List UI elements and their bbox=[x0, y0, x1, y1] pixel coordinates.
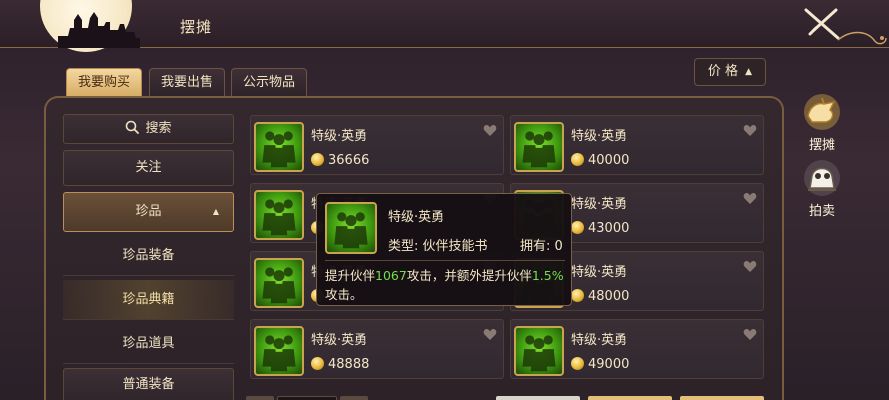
favorite-heart-icon[interactable] bbox=[743, 260, 757, 273]
favorite-heart-icon[interactable] bbox=[483, 124, 497, 137]
item-name: 特级·英勇 bbox=[571, 197, 628, 212]
tab-buy[interactable]: 我要购买 bbox=[66, 68, 143, 96]
sidebar-item-treasure-equipment[interactable]: 珍品装备 bbox=[63, 236, 234, 276]
sort-price-label: 价 格 bbox=[707, 64, 739, 79]
item-icon bbox=[254, 326, 304, 376]
search-icon bbox=[126, 120, 140, 134]
search-label: 搜索 bbox=[145, 121, 172, 136]
item-price-value: 43000 bbox=[588, 221, 630, 236]
gold-coin-icon bbox=[311, 153, 324, 166]
tab-sell[interactable]: 我要出售 bbox=[149, 68, 226, 96]
item-card[interactable]: 特级·英勇 40000 bbox=[510, 115, 764, 175]
favorite-heart-icon[interactable] bbox=[743, 328, 757, 341]
tooltip-owned-count: 拥有: 0 bbox=[520, 239, 563, 254]
sidebar-item-general-equipment[interactable]: 普通装备 bbox=[63, 368, 234, 400]
tooltip-description: 提升伙伴1067攻击，并额外提升伙伴1.5% 攻击。 bbox=[325, 266, 569, 304]
item-price: 40000 bbox=[571, 153, 629, 168]
favorite-heart-icon[interactable] bbox=[743, 124, 757, 137]
item-price: 43000 bbox=[571, 221, 629, 236]
category-treasure-button[interactable]: 珍品 ▲ bbox=[63, 192, 234, 232]
caret-up-icon: ▲ bbox=[745, 67, 753, 77]
item-price-value: 48000 bbox=[588, 289, 630, 304]
desc-text: 攻击，并额外提升伙伴 bbox=[406, 268, 532, 283]
favorite-heart-icon[interactable] bbox=[483, 328, 497, 341]
party-figures-icon bbox=[522, 335, 556, 372]
party-figures-icon bbox=[262, 335, 296, 372]
nav-auction[interactable]: 拍卖 bbox=[800, 158, 844, 219]
item-card[interactable]: 特级·英勇 36666 bbox=[250, 115, 504, 175]
ornament-swirl-icon bbox=[837, 31, 887, 45]
category-treasure-label: 珍品 bbox=[135, 204, 162, 219]
buy-button[interactable] bbox=[588, 396, 672, 400]
item-price-value: 48888 bbox=[328, 357, 370, 372]
item-icon bbox=[514, 326, 564, 376]
pager-next-button[interactable] bbox=[340, 396, 368, 400]
refresh-button[interactable] bbox=[496, 396, 580, 400]
item-icon bbox=[254, 258, 304, 308]
party-figures-icon bbox=[334, 212, 368, 249]
item-name: 特级·英勇 bbox=[571, 265, 628, 280]
desc-value-percent: 1.5% bbox=[531, 268, 564, 283]
sidebar-item-treasure-books[interactable]: 珍品典籍 bbox=[63, 280, 234, 320]
item-price-value: 36666 bbox=[328, 153, 370, 168]
desc-value-attack: 1067 bbox=[375, 268, 407, 283]
item-price-value: 40000 bbox=[588, 153, 630, 168]
sidebar-item-treasure-props[interactable]: 珍品道具 bbox=[63, 324, 234, 364]
nav-stall[interactable]: 摆摊 bbox=[800, 92, 844, 153]
sort-price-button[interactable]: 价 格 ▲ bbox=[694, 58, 766, 86]
desc-text: 攻击。 bbox=[325, 287, 363, 302]
party-figures-icon bbox=[522, 131, 556, 168]
item-price: 36666 bbox=[311, 153, 369, 168]
gold-coin-icon bbox=[571, 153, 584, 166]
gold-coin-icon bbox=[311, 357, 324, 370]
item-name: 特级·英勇 bbox=[571, 129, 628, 144]
item-price-value: 49000 bbox=[588, 357, 630, 372]
tooltip-item-icon bbox=[325, 202, 377, 254]
caret-up-icon: ▲ bbox=[212, 207, 219, 216]
item-price: 49000 bbox=[571, 357, 629, 372]
auction-icon bbox=[804, 160, 840, 196]
item-price: 48888 bbox=[311, 357, 369, 372]
item-price: 48000 bbox=[571, 289, 629, 304]
top-banner: 摆摊 bbox=[0, 0, 889, 52]
item-card[interactable]: 特级·英勇 49000 bbox=[510, 319, 764, 379]
nav-auction-label: 拍卖 bbox=[808, 204, 835, 219]
confirm-button[interactable] bbox=[680, 396, 764, 400]
item-card[interactable]: 特级·英勇 48888 bbox=[250, 319, 504, 379]
desc-text: 提升伙伴 bbox=[325, 268, 376, 283]
tooltip-item-name: 特级·英勇 bbox=[388, 210, 445, 225]
nav-stall-label: 摆摊 bbox=[808, 138, 835, 153]
gold-coin-icon bbox=[571, 289, 584, 302]
tab-public-items[interactable]: 公示物品 bbox=[231, 68, 308, 96]
gold-coin-icon bbox=[571, 221, 584, 234]
search-button[interactable]: 搜索 bbox=[63, 114, 234, 144]
party-figures-icon bbox=[262, 131, 296, 168]
follow-button[interactable]: 关注 bbox=[63, 150, 234, 186]
stall-icon bbox=[804, 94, 840, 130]
gold-coin-icon bbox=[571, 357, 584, 370]
party-figures-icon bbox=[262, 199, 296, 236]
page-title: 摆摊 bbox=[180, 18, 213, 36]
item-icon bbox=[254, 122, 304, 172]
item-name: 特级·英勇 bbox=[311, 129, 368, 144]
item-icon bbox=[254, 190, 304, 240]
item-tooltip: 特级·英勇 类型: 伙伴技能书 拥有: 0 提升伙伴1067攻击，并额外提升伙伴… bbox=[316, 193, 572, 306]
tooltip-item-type: 类型: 伙伴技能书 bbox=[388, 239, 488, 254]
tooltip-divider bbox=[325, 260, 565, 261]
item-name: 特级·英勇 bbox=[311, 333, 368, 348]
page-number-field[interactable] bbox=[277, 396, 337, 400]
item-name: 特级·英勇 bbox=[571, 333, 628, 348]
party-figures-icon bbox=[262, 267, 296, 304]
castle-silhouette-icon bbox=[58, 12, 140, 48]
pager-prev-button[interactable] bbox=[246, 396, 274, 400]
favorite-heart-icon[interactable] bbox=[743, 192, 757, 205]
item-icon bbox=[514, 122, 564, 172]
